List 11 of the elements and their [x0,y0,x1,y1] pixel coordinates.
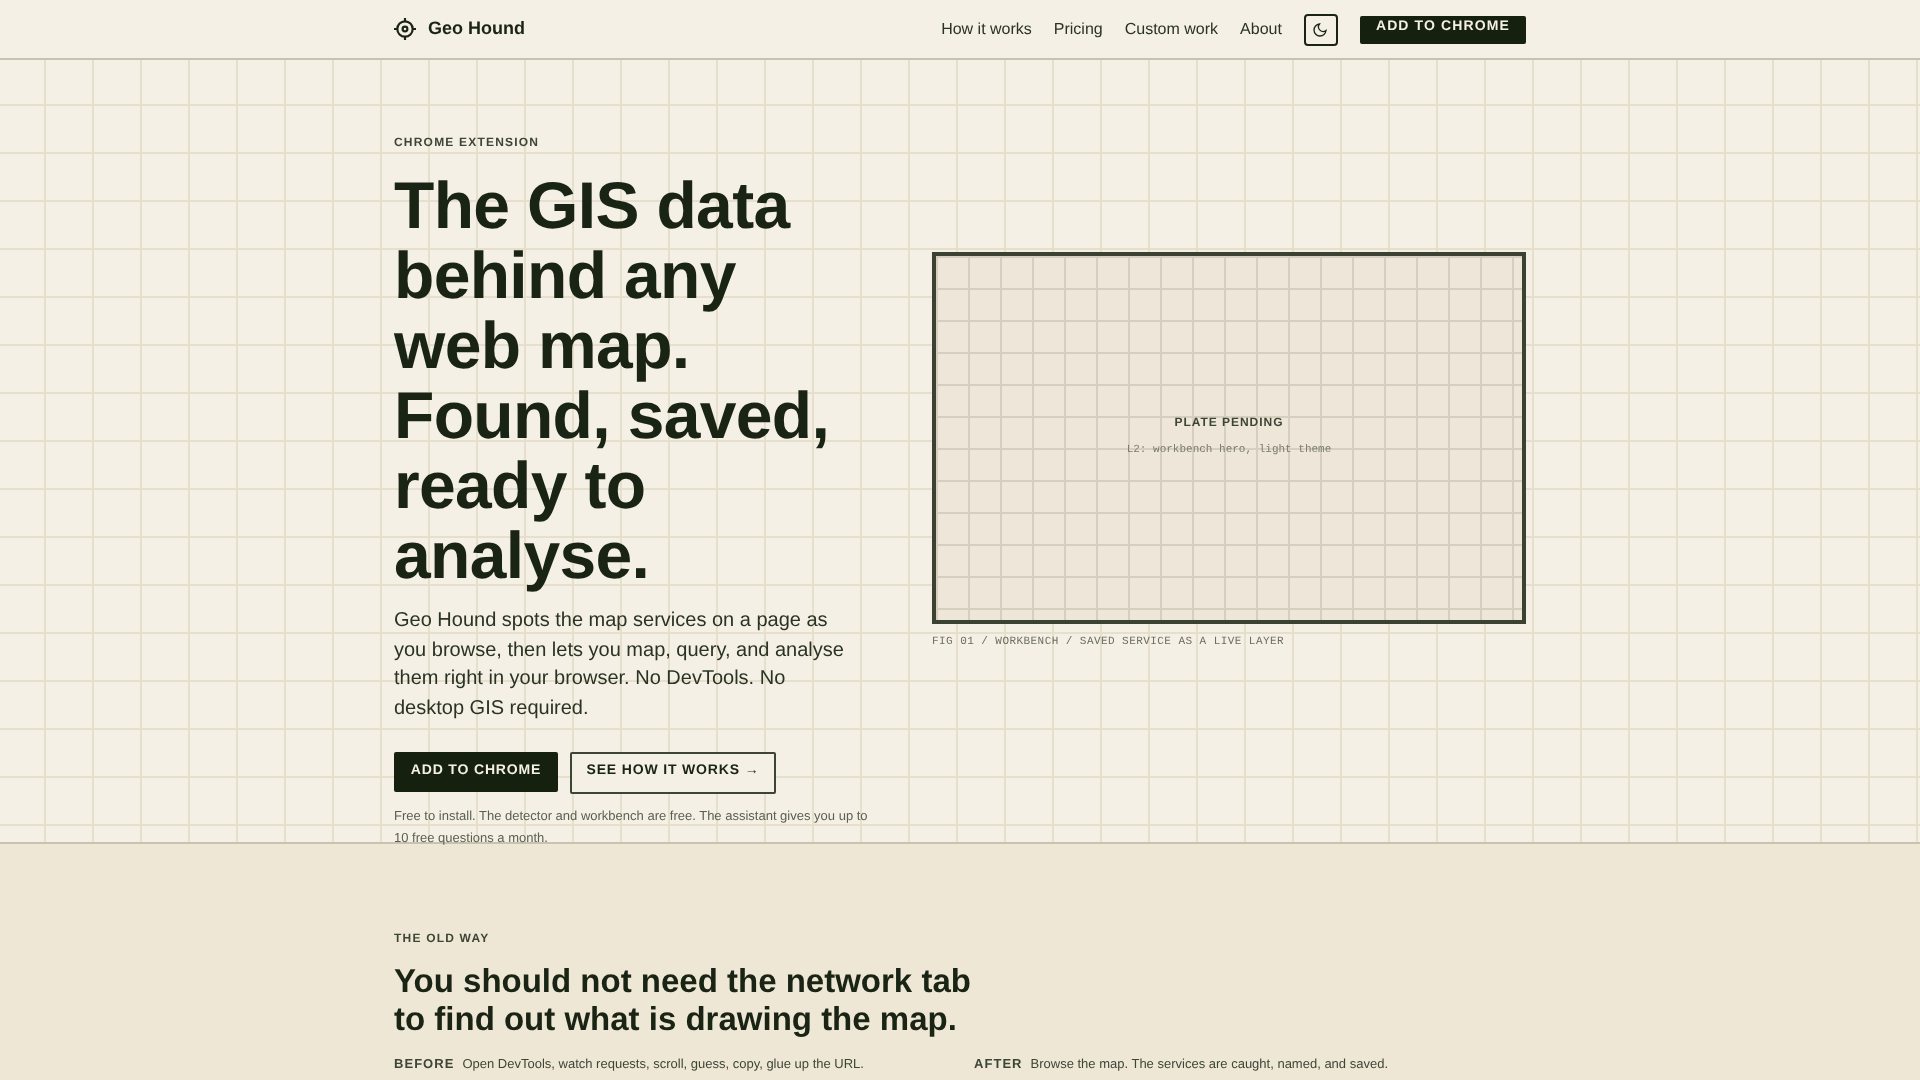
section-heading: You should not need the network tab to find out what is drawing the map. [394,964,973,1040]
nav-link[interactable]: Pricing [1053,17,1103,41]
nav-link[interactable]: About [1240,17,1282,41]
hero-headline: The GIS data behind any web map. Found, saved, ready to analyse. [394,170,832,590]
moon-icon [1312,21,1329,37]
hero-description: Geo Hound spots the map services on a page as you browse, then lets you map, query, and analyse them right in your browser. No DevTools. No desktop GIS required. [394,608,846,723]
nav-link[interactable]: How it works [941,17,1032,41]
theme-toggle[interactable] [1303,13,1338,45]
crosshair-icon [394,18,416,40]
brand-name[interactable]: Geo Hound [428,15,525,43]
nav-link[interactable]: Custom work [1124,17,1219,41]
